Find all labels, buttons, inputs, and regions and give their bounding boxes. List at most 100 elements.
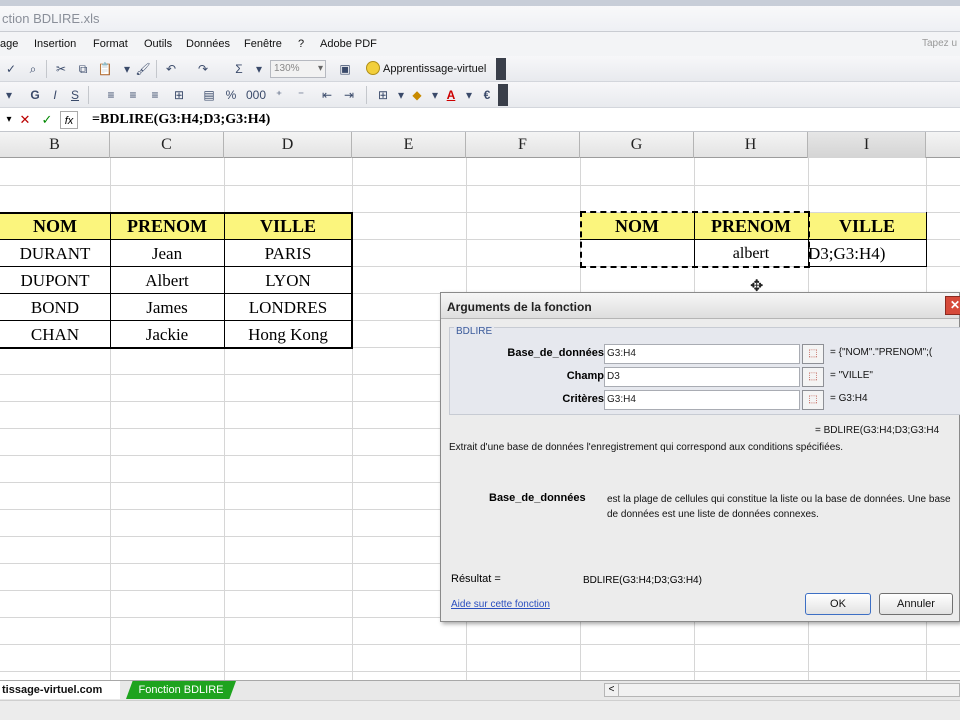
bold-icon[interactable]: G bbox=[26, 86, 44, 104]
menu-outils[interactable]: Outils bbox=[144, 38, 172, 50]
ok-button[interactable]: OK bbox=[805, 593, 871, 615]
arg-label: Champ bbox=[566, 370, 604, 382]
undo-icon[interactable]: ↶ bbox=[162, 60, 180, 78]
merge-center-icon[interactable]: ⊞ bbox=[170, 86, 188, 104]
thousands-icon[interactable]: 000 bbox=[246, 86, 266, 104]
toolbar-grip[interactable] bbox=[496, 58, 506, 80]
formula-edit-cell[interactable]: D3;G3:H4) bbox=[808, 240, 926, 267]
increase-decimal-icon[interactable]: ⁺ bbox=[270, 86, 288, 104]
menu-adobe-pdf[interactable]: Adobe PDF bbox=[320, 38, 377, 50]
table-cell[interactable]: James bbox=[110, 294, 224, 321]
column-header-i[interactable]: I bbox=[808, 132, 926, 158]
redo-icon[interactable]: ↷ bbox=[194, 60, 212, 78]
help-search-hint[interactable]: Tapez u bbox=[922, 38, 957, 49]
table-cell[interactable]: PARIS bbox=[224, 240, 352, 267]
dropdown-arrow-icon[interactable]: ▾ bbox=[460, 86, 478, 104]
arg-input-champ[interactable]: D3 bbox=[604, 367, 800, 387]
column-header-g[interactable]: G bbox=[580, 132, 694, 158]
arg-input-criteres[interactable]: G3:H4 bbox=[604, 390, 800, 410]
horizontal-scrollbar[interactable]: < bbox=[604, 683, 960, 697]
column-header-c[interactable]: C bbox=[110, 132, 224, 158]
column-header-b[interactable]: B bbox=[0, 132, 110, 158]
align-right-icon[interactable]: ≡ bbox=[146, 86, 164, 104]
column-header-e[interactable]: E bbox=[352, 132, 466, 158]
borders-icon[interactable]: ⊞ bbox=[374, 86, 392, 104]
smiley-icon bbox=[366, 61, 380, 75]
table-cell[interactable]: DURANT bbox=[0, 240, 110, 267]
table-header-prenom[interactable]: PRENOM bbox=[110, 213, 224, 240]
align-left-icon[interactable]: ≡ bbox=[102, 86, 120, 104]
arg-input-base-de-donnees[interactable]: G3:H4 bbox=[604, 344, 800, 364]
research-icon[interactable]: ⌕ bbox=[24, 60, 42, 78]
table-header-ville[interactable]: VILLE bbox=[224, 213, 352, 240]
currency-format-icon[interactable]: ▤ bbox=[200, 86, 218, 104]
scroll-left-icon[interactable]: < bbox=[605, 684, 619, 696]
function-name-label: BDLIRE bbox=[454, 326, 495, 337]
fill-color-icon[interactable]: ◆ bbox=[408, 86, 426, 104]
table-cell[interactable]: CHAN bbox=[0, 321, 110, 348]
align-center-icon[interactable]: ≡ bbox=[124, 86, 142, 104]
toolbar-grip[interactable] bbox=[498, 84, 508, 106]
cut-icon[interactable]: ✂ bbox=[52, 60, 70, 78]
criteria-header-prenom[interactable]: PRENOM bbox=[694, 213, 808, 240]
table-cell[interactable]: BOND bbox=[0, 294, 110, 321]
menu-help[interactable]: ? bbox=[298, 38, 304, 50]
underline-icon[interactable]: S bbox=[66, 86, 84, 104]
close-button[interactable]: ✕ bbox=[945, 296, 960, 315]
table-cell[interactable]: Albert bbox=[110, 267, 224, 294]
zoom-select[interactable]: 130% ▾ bbox=[270, 60, 326, 78]
menu-fenetre[interactable]: Fenêtre bbox=[244, 38, 282, 50]
table-cell[interactable]: DUPONT bbox=[0, 267, 110, 294]
menu-insertion[interactable]: Insertion bbox=[34, 38, 76, 50]
table-border bbox=[808, 266, 927, 267]
table-header-nom[interactable]: NOM bbox=[0, 213, 110, 240]
spelling-icon[interactable]: ✓ bbox=[2, 60, 20, 78]
paste-icon[interactable]: 📋 bbox=[96, 60, 114, 78]
help-link[interactable]: Aide sur cette fonction bbox=[451, 599, 550, 610]
percent-icon[interactable]: % bbox=[222, 86, 240, 104]
format-painter-icon[interactable]: 🖌 bbox=[134, 60, 152, 78]
table-cell[interactable]: Jackie bbox=[110, 321, 224, 348]
enter-icon[interactable]: ✓ bbox=[38, 111, 56, 129]
insert-function-icon[interactable]: fx bbox=[60, 111, 78, 129]
dropdown-arrow-icon[interactable]: ▾ bbox=[250, 60, 268, 78]
increase-indent-icon[interactable]: ⇥ bbox=[340, 86, 358, 104]
column-header-f[interactable]: F bbox=[466, 132, 580, 158]
column-header-d[interactable]: D bbox=[224, 132, 352, 158]
autosum-icon[interactable]: Σ bbox=[230, 60, 248, 78]
collapse-dialog-icon[interactable]: ⬚ bbox=[802, 390, 824, 410]
menu-format[interactable]: Format bbox=[93, 38, 128, 50]
formula-input[interactable]: =BDLIRE(G3:H4;D3;G3:H4) bbox=[92, 112, 270, 128]
table-cell[interactable]: LONDRES bbox=[224, 294, 352, 321]
collapse-dialog-icon[interactable]: ⬚ bbox=[802, 367, 824, 387]
cancel-icon[interactable]: ✕ bbox=[16, 111, 34, 129]
camera-icon[interactable]: ▣ bbox=[336, 60, 354, 78]
assistant-button[interactable]: Apprentissage-virtuel bbox=[366, 60, 486, 78]
menu-affichage[interactable]: age bbox=[0, 38, 18, 50]
italic-icon[interactable]: I bbox=[46, 86, 64, 104]
copy-icon[interactable]: ⧉ bbox=[74, 60, 92, 78]
sheet-tab-fonction-bdlire[interactable]: Fonction BDLIRE bbox=[126, 681, 236, 699]
menu-donnees[interactable]: Données bbox=[186, 38, 230, 50]
collapse-dialog-icon[interactable]: ⬚ bbox=[802, 344, 824, 364]
table-cell[interactable]: Jean bbox=[110, 240, 224, 267]
table-cell[interactable]: LYON bbox=[224, 267, 352, 294]
result-label: Résultat = bbox=[451, 573, 501, 585]
criteria-header-ville[interactable]: VILLE bbox=[808, 213, 926, 240]
function-arguments-dialog: Arguments de la fonction ✕ BDLIRE Base_d… bbox=[440, 292, 960, 622]
criteria-cell-prenom[interactable]: albert bbox=[694, 240, 808, 267]
dialog-title-bar[interactable]: Arguments de la fonction bbox=[441, 293, 959, 319]
euro-icon[interactable]: € bbox=[478, 86, 496, 104]
decrease-indent-icon[interactable]: ⇤ bbox=[318, 86, 336, 104]
font-color-icon[interactable]: A bbox=[442, 86, 460, 104]
criteria-header-nom[interactable]: NOM bbox=[580, 213, 694, 240]
sheet-tab-active[interactable]: tissage-virtuel.com bbox=[0, 681, 120, 699]
table-cell[interactable]: Hong Kong bbox=[224, 321, 352, 348]
font-size-dropdown[interactable]: ▾ bbox=[0, 86, 18, 104]
criteria-cell-nom[interactable] bbox=[580, 240, 694, 267]
decrease-decimal-icon[interactable]: ⁻ bbox=[292, 86, 310, 104]
column-header-j[interactable] bbox=[926, 132, 960, 158]
table-border bbox=[580, 239, 927, 240]
column-header-h[interactable]: H bbox=[694, 132, 808, 158]
cancel-button[interactable]: Annuler bbox=[879, 593, 953, 615]
